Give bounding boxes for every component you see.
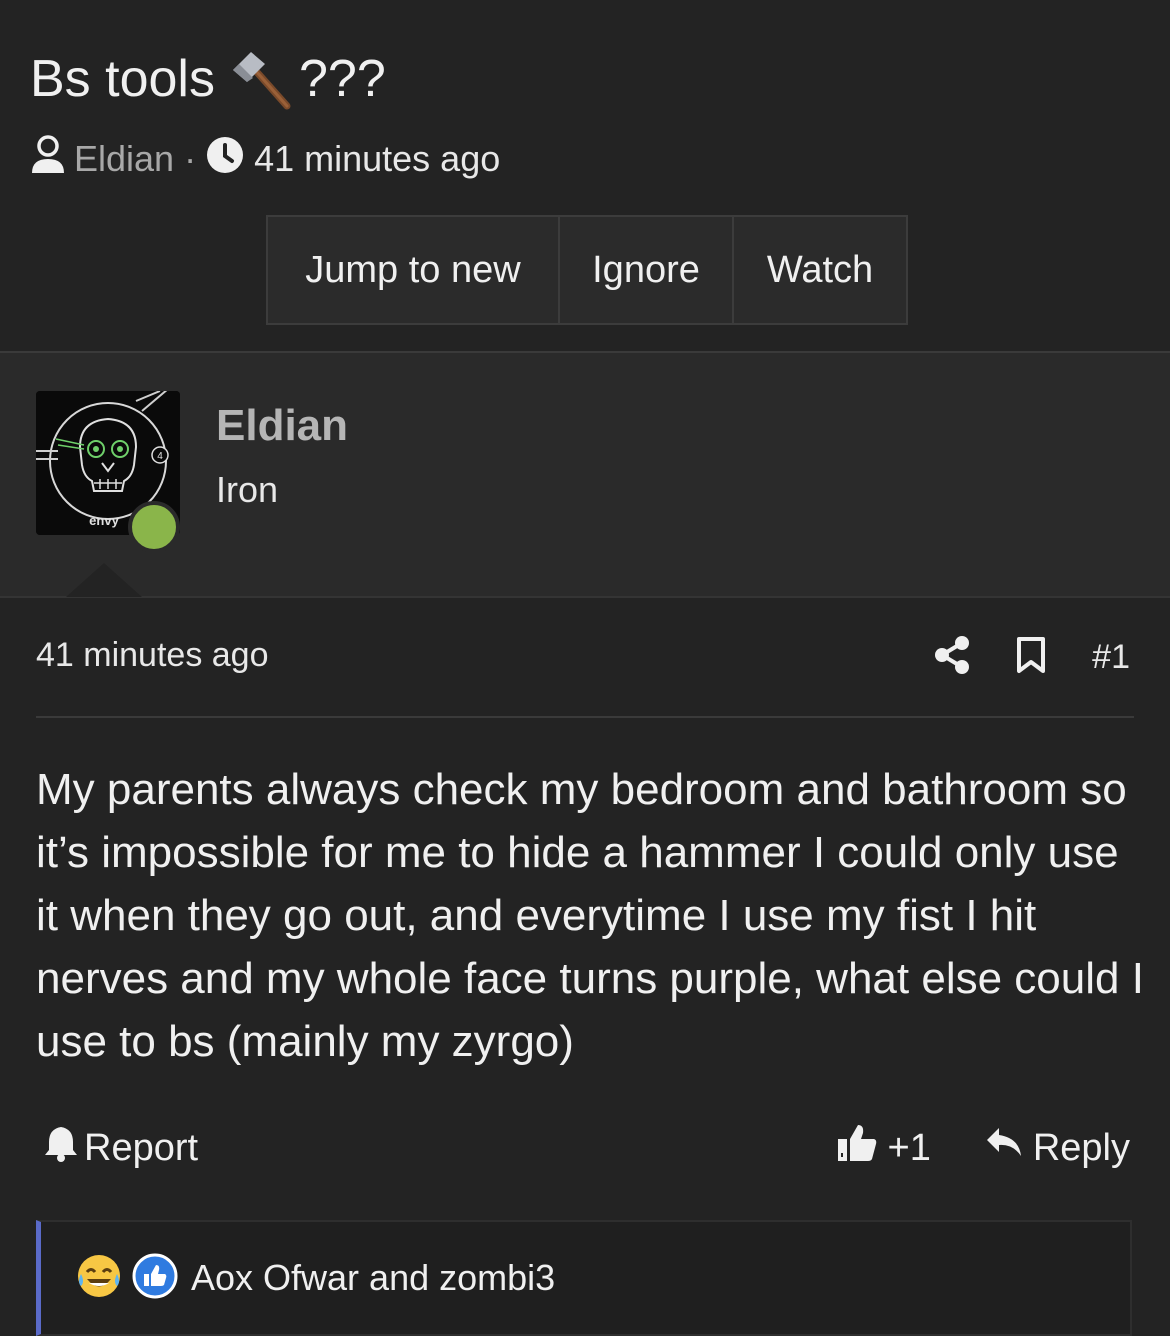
reaction-users-link[interactable]: Aox Ofwar and zombi3 (191, 1257, 555, 1299)
post-user-block: 4 envy Eldian Iron (0, 353, 1170, 598)
post-number-link[interactable]: #1 (1092, 638, 1130, 677)
online-status-indicator (128, 501, 180, 553)
reactions-bar[interactable]: Aox Ofwar and zombi3 (36, 1220, 1132, 1336)
thread-author-link[interactable]: Eldian (74, 138, 174, 180)
poster-name-link[interactable]: Eldian (216, 401, 348, 451)
post-footer-actions: +1 Reply (836, 1122, 1130, 1174)
post-time[interactable]: 41 minutes ago (36, 636, 269, 675)
reply-button[interactable]: Reply (985, 1126, 1130, 1170)
report-label: Report (84, 1126, 199, 1169)
avatar-badge: 4 (157, 451, 163, 462)
like-reaction-icon (131, 1252, 179, 1305)
thread-title-text: Bs tools (30, 50, 215, 108)
like-button[interactable]: +1 (836, 1123, 931, 1173)
bookmark-icon[interactable] (1016, 636, 1046, 679)
watch-button[interactable]: Watch (734, 217, 906, 323)
post-body: My parents always check my bedroom and b… (36, 765, 1144, 1066)
thread-meta: Eldian · 41 minutes ago (30, 134, 500, 184)
like-count: +1 (887, 1126, 931, 1169)
share-icon[interactable] (934, 635, 970, 680)
report-button[interactable]: Report (44, 1122, 198, 1174)
poster-rank: Iron (216, 469, 279, 510)
user-block-pointer (66, 563, 142, 597)
hammer-icon (229, 46, 295, 112)
thread-time[interactable]: 41 minutes ago (254, 138, 500, 180)
bell-icon (44, 1124, 78, 1172)
thread-action-buttons: Jump to new Ignore Watch (266, 215, 908, 325)
jump-to-new-button[interactable]: Jump to new (268, 217, 560, 323)
thread-title-suffix: ??? (298, 50, 386, 108)
user-icon (30, 134, 66, 184)
post-divider (36, 716, 1134, 718)
post-header-actions: #1 (934, 630, 1130, 684)
reply-arrow-icon (985, 1126, 1023, 1170)
reply-label: Reply (1032, 1126, 1130, 1169)
joy-tears-icon (75, 1252, 123, 1305)
avatar-label: envy (89, 513, 119, 528)
ignore-button[interactable]: Ignore (560, 217, 734, 323)
thread-title: Bs tools ??? (30, 44, 386, 114)
meta-separator: · (184, 138, 197, 179)
thumbs-up-icon (836, 1123, 878, 1173)
clock-icon (206, 136, 244, 183)
